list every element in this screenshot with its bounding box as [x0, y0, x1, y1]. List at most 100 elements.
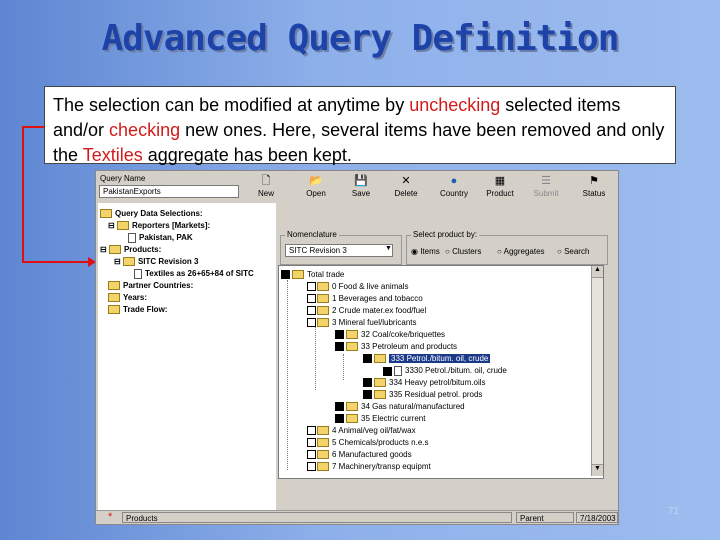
checkbox[interactable]: [335, 330, 344, 340]
select-by-group: Select product by: ◉ Items ○ Clusters ○ …: [406, 230, 608, 265]
scroll-up-icon[interactable]: ▲: [592, 266, 603, 278]
folder-icon: [108, 305, 120, 315]
product-item[interactable]: 35 Electric current: [335, 414, 425, 424]
submit-button[interactable]: ☰ Submit: [526, 175, 566, 203]
tree-textiles[interactable]: Textiles as 26+65+84 of SITC: [134, 269, 254, 279]
checkbox[interactable]: [335, 402, 344, 412]
radio-items[interactable]: ◉ Items: [411, 247, 440, 256]
nomenclature-select[interactable]: SITC Revision 3: [285, 244, 393, 257]
submit-icon: ☰: [541, 175, 551, 187]
product-tree-root[interactable]: Total trade: [281, 270, 344, 280]
folder-icon: [317, 306, 329, 316]
folder-icon: [317, 450, 329, 460]
product-item[interactable]: 32 Coal/coke/briquettes: [335, 330, 445, 340]
product-item-selected[interactable]: 333 Petrol./bitum. oil, crude: [363, 354, 491, 364]
folder-icon: [108, 281, 120, 291]
checkbox[interactable]: [363, 378, 372, 388]
checkbox[interactable]: [281, 270, 290, 280]
folder-icon: [374, 378, 386, 388]
callout-highlight-checking: checking: [109, 120, 181, 140]
folder-icon: [108, 293, 120, 303]
checkbox[interactable]: [307, 294, 316, 304]
radio-aggregates[interactable]: ○ Aggregates: [497, 247, 545, 256]
chevron-down-icon: ▼: [385, 245, 392, 252]
product-item[interactable]: 6 Manufactured goods: [307, 450, 412, 460]
new-button[interactable]: 🗋 New: [246, 175, 286, 203]
globe-icon: ●: [450, 175, 458, 187]
product-item[interactable]: 34 Gas natural/manufactured: [335, 402, 465, 412]
status-icon: ⚑: [589, 175, 599, 187]
checkbox[interactable]: [307, 426, 316, 436]
folder-icon: [346, 342, 358, 352]
checkbox[interactable]: [363, 354, 372, 364]
folder-icon: [346, 414, 358, 424]
status-bar: * Products Parent 7/18/2003: [96, 510, 618, 524]
delete-button[interactable]: ✕ Delete: [386, 175, 426, 203]
product-item[interactable]: 5 Chemicals/products n.e.s: [307, 438, 429, 448]
folder-icon: [374, 390, 386, 400]
checkbox[interactable]: [307, 318, 316, 328]
product-item[interactable]: 7 Machinery/transp equipmt: [307, 462, 431, 472]
tree-products[interactable]: ⊟ Products:: [100, 245, 161, 255]
checkbox[interactable]: [307, 282, 316, 292]
callout-text-1: The selection can be modified at anytime…: [53, 95, 410, 115]
scroll-down-icon[interactable]: ▼: [592, 464, 603, 476]
callout-highlight-unchecking: unchecking: [409, 95, 501, 115]
tree-root[interactable]: Query Data Selections:: [100, 209, 203, 219]
tree-partner[interactable]: Partner Countries:: [108, 281, 193, 291]
query-name-input[interactable]: PakistanExports: [99, 185, 239, 198]
product-tree: Total trade 0 Food & live animals 1 Beve…: [278, 265, 604, 479]
folder-icon: [292, 270, 304, 280]
product-item[interactable]: 4 Animal/veg oil/fat/wax: [307, 426, 416, 436]
folder-icon: [317, 426, 329, 436]
tree-pakistan[interactable]: Pakistan, PAK: [128, 233, 193, 243]
folder-icon: [122, 257, 135, 267]
radio-clusters[interactable]: ○ Clusters: [445, 247, 481, 256]
product-item[interactable]: 0 Food & live animals: [307, 282, 408, 292]
status-marker: *: [108, 511, 113, 523]
save-button[interactable]: 💾 Save: [341, 175, 381, 203]
checkbox[interactable]: [307, 306, 316, 316]
country-button[interactable]: ● Country: [434, 175, 474, 203]
checkbox[interactable]: [307, 438, 316, 448]
folder-icon: [317, 462, 329, 472]
tree-sitc[interactable]: ⊟ SITC Revision 3: [114, 257, 198, 267]
folder-icon: [116, 221, 129, 231]
delete-icon: ✕: [401, 175, 411, 187]
product-item[interactable]: 2 Crude mater.ex food/fuel: [307, 306, 426, 316]
checkbox[interactable]: [307, 462, 316, 472]
open-button[interactable]: 📂 Open: [296, 175, 336, 203]
product-button[interactable]: ▦ Product: [480, 175, 520, 203]
product-item[interactable]: 33 Petroleum and products: [335, 342, 457, 352]
query-name-label: Query Name: [100, 174, 146, 183]
product-icon: ▦: [494, 175, 506, 187]
status-date: 7/18/2003: [576, 512, 618, 523]
document-icon: [128, 233, 136, 243]
new-icon: 🗋: [261, 175, 271, 187]
product-item[interactable]: 3330 Petrol./bitum. oil, crude: [383, 366, 507, 376]
select-by-label: Select product by:: [411, 230, 480, 239]
folder-icon: [346, 330, 358, 340]
tree-tradeflow[interactable]: Trade Flow:: [108, 305, 167, 315]
product-item[interactable]: 1 Beverages and tobacco: [307, 294, 423, 304]
radio-search[interactable]: ○ Search: [557, 247, 589, 256]
checkbox[interactable]: [363, 390, 372, 400]
status-button[interactable]: ⚑ Status: [574, 175, 614, 203]
tree-scrollbar[interactable]: ▲ ▼: [591, 266, 603, 476]
product-item[interactable]: 3 Mineral fuel/lubricants: [307, 318, 416, 328]
callout-box: The selection can be modified at anytime…: [44, 86, 676, 165]
tree-reporters[interactable]: ⊟ Reporters [Markets]:: [108, 221, 210, 231]
folder-icon: [317, 318, 329, 328]
product-item[interactable]: 334 Heavy petrol/bitum.oils: [363, 378, 486, 388]
open-icon: 📂: [309, 175, 323, 187]
checkbox[interactable]: [335, 342, 344, 352]
page-number: 71: [668, 506, 680, 517]
folder-icon: [317, 438, 329, 448]
checkbox[interactable]: [383, 366, 392, 376]
slide-title: Advanced Query Definition: [101, 18, 620, 59]
tree-years[interactable]: Years:: [108, 293, 147, 303]
product-item[interactable]: 335 Residual petrol. prods: [363, 390, 482, 400]
query-window: Query Name PakistanExports 🗋 New 📂 Open 💾 S…: [95, 170, 619, 525]
checkbox[interactable]: [307, 450, 316, 460]
checkbox[interactable]: [335, 414, 344, 424]
